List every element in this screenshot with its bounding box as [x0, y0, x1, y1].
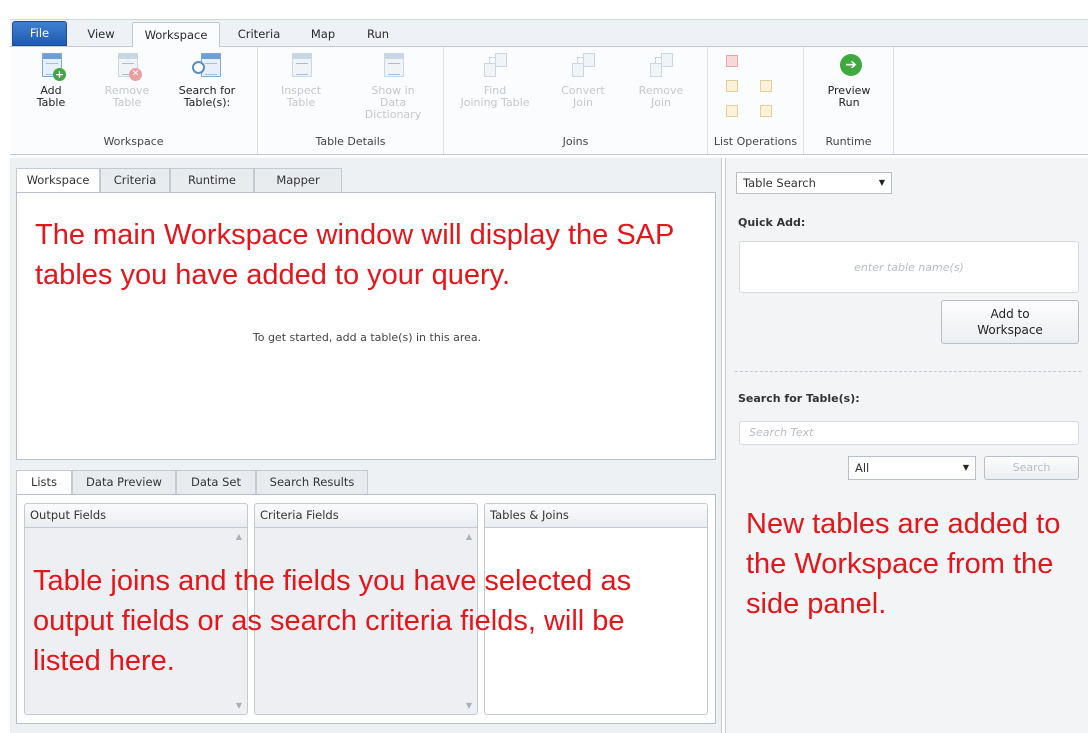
workspace-canvas[interactable]: The main Workspace window will display t…	[16, 192, 716, 460]
search-tables-label: Search for Table(s):	[178, 84, 236, 109]
search-tables-label: Search for Table(s):	[738, 392, 860, 405]
convert-join-label: Convert Join	[561, 84, 605, 109]
search-filter-value: All	[855, 461, 870, 475]
convert-join-icon	[568, 51, 598, 81]
side-panel: Table Search ▼ Quick Add: enter table na…	[725, 158, 1088, 733]
list-move-up-icon[interactable]	[726, 80, 738, 92]
workspace-hint: To get started, add a table(s) in this a…	[252, 331, 482, 344]
preview-run-label: Preview Run	[827, 84, 871, 109]
convert-join-button[interactable]: Convert Join	[550, 51, 616, 109]
remove-table-icon: ✕	[112, 51, 142, 81]
show-in-dictionary-button[interactable]: Show in Data Dictionary	[350, 51, 436, 121]
workspace-tabs: Workspace Criteria Runtime Mapper	[16, 168, 416, 193]
inspect-table-icon	[286, 51, 316, 81]
add-table-icon: +	[36, 51, 66, 81]
chevron-down-icon: ▼	[962, 463, 969, 472]
inspect-table-label: Inspect Table	[280, 84, 322, 109]
search-text-input[interactable]: Search Text	[739, 421, 1079, 445]
tab-runtime-view[interactable]: Runtime	[170, 168, 254, 192]
table-search-select[interactable]: Table Search ▼	[736, 172, 892, 194]
remove-join-icon	[646, 51, 676, 81]
add-table-label: Add Table	[36, 84, 66, 109]
list-clear-icon[interactable]	[726, 55, 738, 67]
quick-add-input[interactable]: enter table name(s)	[739, 241, 1079, 293]
search-button[interactable]: Search	[984, 456, 1079, 480]
tab-view[interactable]: View	[80, 22, 122, 48]
scroll-up-icon[interactable]: ▲	[466, 532, 472, 541]
list-move-top-icon[interactable]	[760, 80, 772, 92]
tab-workspace[interactable]: Workspace	[132, 22, 220, 50]
workspace-annotation: The main Workspace window will display t…	[35, 219, 674, 291]
play-icon: ➔	[834, 51, 864, 81]
criteria-fields-header: Criteria Fields	[255, 504, 477, 528]
find-joining-table-button[interactable]: Find Joining Table	[456, 51, 534, 109]
tab-data-set[interactable]: Data Set	[176, 470, 256, 494]
group-label-joins: Joins	[562, 135, 589, 148]
ribbon: + Add Table ✕ Remove Table Search for Ta…	[10, 47, 1088, 155]
table-search-select-value: Table Search	[743, 176, 816, 190]
list-move-bottom-icon[interactable]	[760, 105, 772, 117]
ribbon-group-joins: Find Joining Table Convert Join Remove J…	[444, 47, 708, 154]
ribbon-group-list-operations: List Operations	[708, 47, 804, 154]
scroll-down-icon[interactable]: ▼	[236, 701, 242, 710]
remove-table-button[interactable]: ✕ Remove Table	[94, 51, 160, 109]
group-label-runtime: Runtime	[825, 135, 872, 148]
remove-table-label: Remove Table	[104, 84, 150, 109]
tab-run[interactable]: Run	[358, 22, 398, 48]
tab-criteria-view[interactable]: Criteria	[100, 168, 170, 192]
tab-search-results[interactable]: Search Results	[256, 470, 368, 494]
tab-map[interactable]: Map	[302, 22, 344, 48]
side-panel-annotation: New tables are added to the Workspace fr…	[746, 508, 1061, 620]
output-fields-header: Output Fields	[25, 504, 247, 528]
list-move-down-icon[interactable]	[726, 105, 738, 117]
show-in-dictionary-label: Show in Data Dictionary	[364, 84, 422, 121]
group-label-table-details: Table Details	[315, 135, 386, 148]
search-tables-button[interactable]: Search for Table(s):	[174, 51, 240, 109]
tab-criteria[interactable]: Criteria	[230, 22, 288, 48]
inspect-table-button[interactable]: Inspect Table	[268, 51, 334, 109]
ribbon-group-table-details: Inspect Table Show in Data Dictionary Ta…	[258, 47, 444, 154]
group-label-workspace: Workspace	[103, 135, 164, 148]
preview-run-button[interactable]: ➔ Preview Run	[816, 51, 882, 109]
add-table-button[interactable]: + Add Table	[18, 51, 84, 109]
tab-data-preview[interactable]: Data Preview	[72, 470, 176, 494]
remove-join-label: Remove Join	[638, 84, 684, 109]
find-joining-table-label: Find Joining Table	[460, 84, 530, 109]
remove-join-button[interactable]: Remove Join	[628, 51, 694, 109]
add-to-workspace-button[interactable]: Add to Workspace	[941, 300, 1079, 344]
quick-add-label: Quick Add:	[738, 216, 806, 229]
group-label-list-operations: List Operations	[713, 135, 798, 148]
ribbon-tab-bar: File View Workspace Criteria Map Run	[10, 19, 1088, 50]
search-table-icon	[192, 51, 222, 81]
ribbon-group-workspace: + Add Table ✕ Remove Table Search for Ta…	[10, 47, 258, 154]
tab-file[interactable]: File	[12, 21, 67, 46]
lists-panel: Output Fields ▲ ▼ Criteria Fields ▲ ▼ Ta…	[16, 494, 716, 724]
scroll-up-icon[interactable]: ▲	[236, 532, 242, 541]
chevron-down-icon: ▼	[878, 178, 885, 187]
bottom-tabs: Lists Data Preview Data Set Search Resul…	[16, 470, 416, 495]
search-text-placeholder: Search Text	[749, 426, 814, 439]
workspace-frame: Workspace Criteria Runtime Mapper The ma…	[10, 158, 722, 733]
quick-add-placeholder: enter table name(s)	[854, 261, 964, 274]
find-join-icon	[480, 51, 510, 81]
tab-workspace-view[interactable]: Workspace	[16, 168, 100, 193]
dictionary-icon	[378, 51, 408, 81]
tables-joins-header: Tables & Joins	[485, 504, 707, 528]
tab-lists[interactable]: Lists	[16, 470, 72, 495]
search-filter-select[interactable]: All ▼	[848, 456, 976, 480]
lists-annotation: Table joins and the fields you have sele…	[33, 565, 632, 677]
scroll-down-icon[interactable]: ▼	[466, 701, 472, 710]
tab-mapper-view[interactable]: Mapper	[254, 168, 342, 192]
divider	[735, 371, 1081, 372]
ribbon-group-runtime: ➔ Preview Run Runtime	[804, 47, 894, 154]
